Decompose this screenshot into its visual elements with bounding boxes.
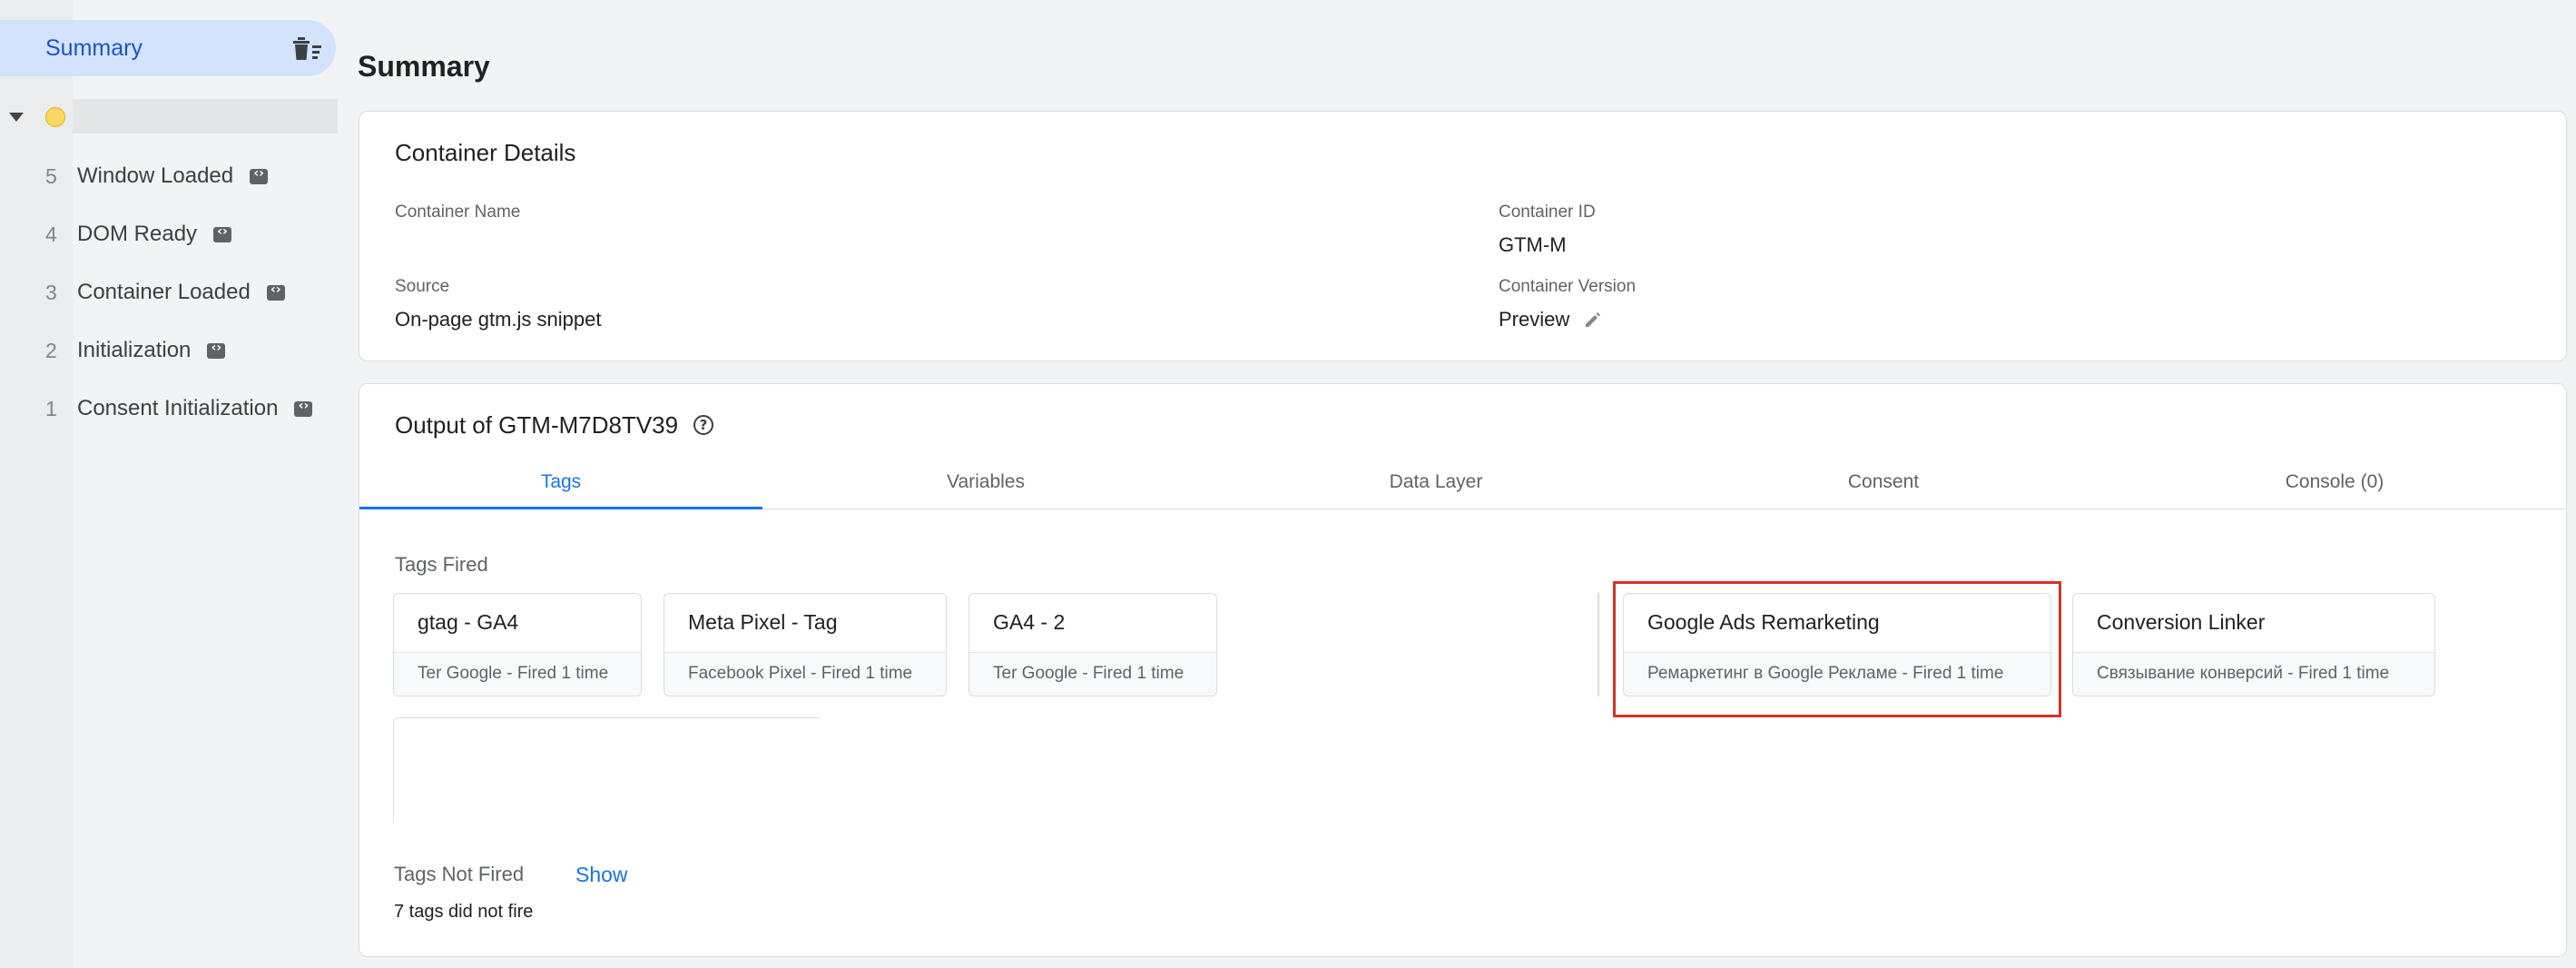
tag-card-ga4-2[interactable]: GA4 - 2 Ter Google - Fired 1 time [968, 593, 1217, 696]
page-title: Summary [358, 50, 490, 83]
container-version-label: Container Version [1499, 277, 1637, 296]
tag-meta: Facebook Pixel - Fired 1 time [664, 652, 946, 696]
source-value: On-page gtm.js snippet [395, 308, 602, 331]
tags-not-fired-label: Tags Not Fired [394, 863, 525, 885]
container-details-title: Container Details [395, 139, 576, 166]
trash-icon[interactable] [290, 35, 323, 62]
caret-down-icon[interactable] [9, 113, 24, 122]
highlight-box [1613, 581, 2061, 717]
pencil-icon[interactable] [1583, 310, 1603, 330]
code-icon [294, 399, 313, 417]
output-title: Output of GTM-M7D8TV39 [395, 411, 679, 439]
container-name-label: Container Name [395, 202, 521, 222]
event-number: 3 [45, 280, 57, 304]
container-version-value: Preview [1499, 308, 1570, 331]
container-id-label: Container ID [1499, 202, 1596, 222]
code-icon [213, 224, 232, 242]
event-label: Initialization [77, 338, 192, 362]
sidebar-page-row[interactable] [0, 96, 338, 136]
sidebar-strip [0, 0, 73, 968]
event-label: Container Loaded [77, 280, 251, 304]
sidebar: Summary 5 Window Loaded 4 DOM Ready 3 Co… [0, 0, 345, 968]
code-icon [207, 341, 226, 359]
event-number: 1 [45, 396, 57, 420]
tag-name: gtag - GA4 [418, 610, 519, 634]
event-label: Consent Initialization [77, 396, 279, 420]
event-number: 4 [45, 222, 57, 246]
show-link[interactable]: Show [575, 863, 628, 887]
tags-fired-label: Tags Fired [395, 553, 488, 576]
help-icon[interactable]: ? [693, 415, 713, 435]
event-number: 2 [45, 338, 57, 362]
status-dot-icon [45, 107, 65, 127]
tab-console[interactable]: Console (0) [2133, 462, 2536, 509]
code-icon [250, 166, 269, 184]
not-fired-count: 7 tags did not fire [394, 902, 534, 922]
tag-meta: Ter Google - Fired 1 time [394, 652, 641, 696]
page-url-placeholder [73, 99, 338, 133]
tag-card-placeholder [393, 717, 820, 823]
tag-meta: Связывание конверсий - Fired 1 time [2073, 652, 2434, 696]
container-id-value: GTM-M [1499, 233, 1567, 256]
tab-variables[interactable]: Variables [784, 462, 1187, 509]
tag-name: GA4 - 2 [993, 610, 1066, 634]
sidebar-summary-label: Summary [45, 35, 143, 61]
event-label: DOM Ready [77, 222, 198, 246]
tab-tags[interactable]: Tags [359, 462, 762, 509]
tag-name: Conversion Linker [2097, 610, 2266, 634]
tag-card-conversion-linker[interactable]: Conversion Linker Связывание конверсий -… [2072, 593, 2435, 696]
container-details-card: Container Details Container Name Contain… [359, 111, 2567, 361]
output-tabs: Tags Variables Data Layer Consent Consol… [359, 462, 2566, 509]
tab-data-layer[interactable]: Data Layer [1234, 462, 1637, 509]
sidebar-item-summary[interactable]: Summary [0, 20, 336, 76]
tag-card-meta-pixel[interactable]: Meta Pixel - Tag Facebook Pixel - Fired … [664, 593, 947, 696]
card-divider [1598, 593, 1599, 696]
tag-card-gtag-ga4[interactable]: gtag - GA4 Ter Google - Fired 1 time [393, 593, 642, 696]
event-label: Window Loaded [77, 163, 234, 188]
tag-meta: Ter Google - Fired 1 time [969, 652, 1216, 696]
code-icon [266, 282, 285, 301]
event-number: 5 [45, 163, 57, 188]
source-label: Source [395, 277, 450, 296]
tag-name: Meta Pixel - Tag [688, 610, 838, 634]
tab-consent[interactable]: Consent [1682, 462, 2085, 509]
